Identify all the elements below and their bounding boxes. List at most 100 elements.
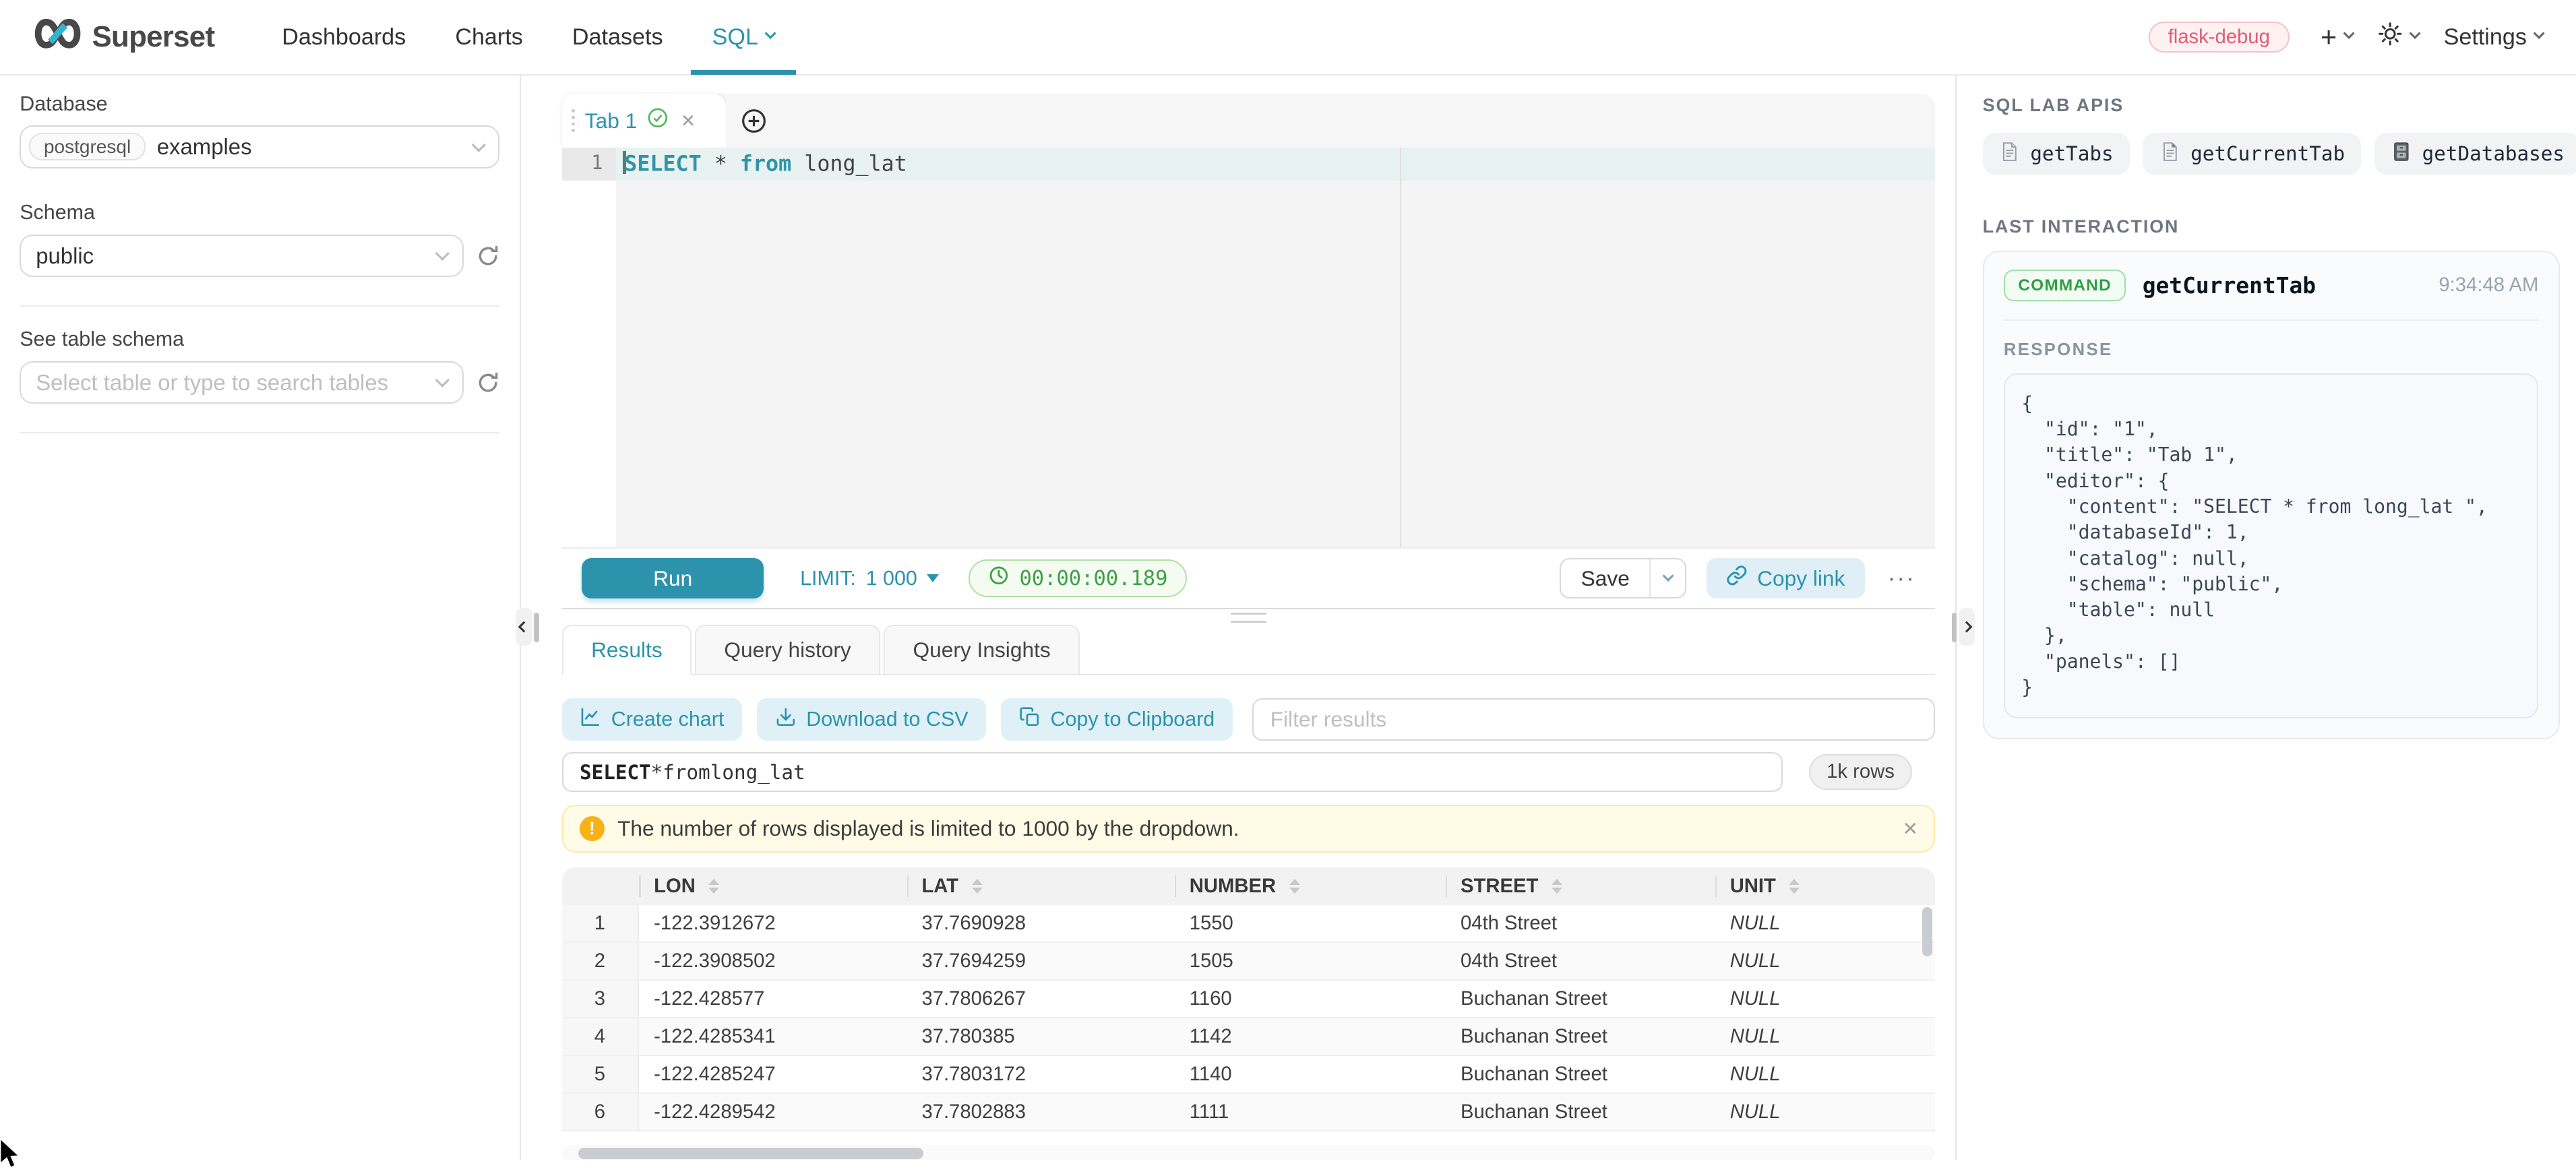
mouse-cursor [0, 1137, 22, 1170]
column-header-lon[interactable]: LON [639, 867, 907, 905]
column-header-number[interactable]: NUMBER [1175, 867, 1446, 905]
table-select-placeholder: Select table or type to search tables [29, 370, 388, 396]
table-schema-label: See table schema [20, 328, 499, 351]
sql-editor-area: Tab 1 × SELECT * from long_lat [521, 75, 1955, 1160]
column-header-unit[interactable]: UNIT [1715, 867, 1921, 905]
tab-results[interactable]: Results [562, 625, 692, 676]
drag-handle-icon[interactable] [572, 109, 575, 132]
table-row[interactable]: 2 -122.3908502 37.7694259 1505 04th Stre… [562, 943, 1936, 981]
warning-text: The number of rows displayed is limited … [617, 816, 1239, 841]
editor-gutter: 1 [562, 148, 616, 547]
filter-results-input[interactable] [1252, 698, 1935, 741]
get-databases-button[interactable]: getDatabases [2374, 133, 2576, 175]
refresh-tables-icon[interactable] [477, 371, 499, 394]
table-row[interactable]: 4 -122.4285341 37.780385 1142 Buchanan S… [562, 1018, 1936, 1056]
horizontal-scrollbar-thumb[interactable] [578, 1148, 923, 1159]
api-panel-title: SQL LAB APIS [1983, 95, 2560, 116]
get-current-tab-button[interactable]: getCurrentTab [2143, 133, 2361, 175]
last-interaction-card: COMMAND getCurrentTab 9:34:48 AM RESPONS… [1983, 251, 2560, 739]
copy-link-button[interactable]: Copy link [1707, 558, 1865, 599]
plus-icon: + [2321, 23, 2337, 51]
sqllab-left-sidebar: Database postgresql examples Schema publ… [0, 75, 521, 1160]
response-json: { "id": "1", "title": "Tab 1", "editor":… [2021, 391, 2521, 700]
chart-icon [580, 706, 601, 733]
sort-icon[interactable] [1552, 879, 1562, 894]
query-timer-badge: 00:00:00.189 [969, 559, 1187, 597]
clock-icon [988, 565, 1010, 592]
sidebar-divider [20, 305, 499, 307]
link-icon [1726, 565, 1748, 592]
response-label: RESPONSE [2004, 340, 2539, 360]
chevron-down-icon [765, 28, 776, 39]
table-select[interactable]: Select table or type to search tables [20, 361, 464, 404]
panel-splitter[interactable] [562, 609, 1936, 625]
new-item-dropdown[interactable]: + [2321, 23, 2354, 51]
editor-tab-1[interactable]: Tab 1 × [562, 94, 727, 148]
environment-badge: flask-debug [2149, 22, 2290, 53]
left-panel-resize-handle[interactable] [534, 613, 539, 642]
copy-to-clipboard-button[interactable]: Copy to Clipboard [1001, 698, 1233, 741]
download-icon [775, 706, 797, 733]
tab-query-history[interactable]: Query history [695, 625, 880, 674]
download-csv-button[interactable]: Download to CSV [757, 698, 986, 741]
schema-label: Schema [20, 201, 499, 224]
limit-dropdown[interactable]: LIMIT: 1 000 [800, 567, 939, 590]
tab-query-insights[interactable]: Query Insights [884, 625, 1080, 674]
close-warning-icon[interactable]: × [1903, 816, 1918, 841]
chevron-down-icon [1662, 570, 1674, 582]
api-buttons-row: getTabs getCurrentTab [1983, 133, 2560, 175]
superset-logo-icon [33, 16, 82, 59]
table-header-row: LON LAT NUMBER STREET UNIT [562, 867, 1936, 905]
command-header: COMMAND getCurrentTab 9:34:48 AM [2004, 270, 2539, 320]
settings-menu[interactable]: Settings [2444, 24, 2544, 51]
add-tab-button[interactable] [726, 94, 782, 148]
right-panel-resize-handle[interactable] [1952, 613, 1957, 642]
last-interaction-title: LAST INTERACTION [1983, 216, 2560, 237]
table-row[interactable]: 5 -122.4285247 37.7803172 1140 Buchanan … [562, 1056, 1936, 1094]
tab-saved-check-icon [647, 106, 669, 135]
column-header-lat[interactable]: LAT [907, 867, 1175, 905]
vertical-scrollbar[interactable] [1922, 907, 1932, 956]
nav-item-sql[interactable]: SQL [687, 0, 799, 75]
sort-icon[interactable] [1789, 879, 1800, 894]
nav-item-dashboards[interactable]: Dashboards [257, 0, 431, 75]
horizontal-scrollbar-track[interactable] [562, 1145, 1936, 1160]
sort-icon[interactable] [708, 879, 719, 894]
database-select[interactable]: postgresql examples [20, 125, 499, 168]
close-tab-icon[interactable]: × [681, 109, 695, 132]
database-value: examples [157, 134, 252, 160]
command-badge: COMMAND [2004, 270, 2126, 301]
table-row[interactable]: 6 -122.4289542 37.7802883 1111 Buchanan … [562, 1094, 1936, 1132]
editor-tab-title: Tab 1 [585, 109, 637, 133]
sort-icon[interactable] [1289, 879, 1300, 894]
query-preview-row: SELECT * from long_lat 1k rows [562, 752, 1936, 792]
run-query-button[interactable]: Run [582, 558, 764, 599]
superset-logo[interactable]: Superset [33, 16, 215, 59]
schema-select[interactable]: public [20, 235, 464, 277]
create-chart-button[interactable]: Create chart [562, 698, 743, 741]
get-tabs-button[interactable]: getTabs [1983, 133, 2130, 175]
column-header-street[interactable]: STREET [1446, 867, 1715, 905]
collapse-right-panel-button[interactable] [1959, 608, 1975, 646]
chevron-down-icon [2343, 28, 2355, 39]
refresh-schemas-icon[interactable] [477, 245, 499, 268]
logo-text: Superset [92, 20, 215, 54]
command-name: getCurrentTab [2143, 272, 2316, 299]
save-options-button[interactable] [1649, 559, 1685, 598]
response-json-block: { "id": "1", "title": "Tab 1", "editor":… [2004, 373, 2539, 718]
sort-icon[interactable] [972, 879, 983, 894]
collapse-left-panel-button[interactable] [516, 608, 532, 646]
sql-code-editor[interactable]: SELECT * from long_lat 1 [562, 148, 1936, 547]
sql-lab-apis-panel: SQL LAB APIS getTabs [1955, 75, 2576, 1160]
theme-toggle[interactable] [2378, 22, 2419, 53]
splitter-grip-icon [1231, 613, 1267, 623]
table-row[interactable]: 3 -122.428577 37.7806267 1160 Buchanan S… [562, 981, 1936, 1018]
save-button[interactable]: Save [1561, 559, 1649, 598]
row-number-header [562, 867, 640, 905]
more-actions-button[interactable]: ··· [1888, 565, 1915, 592]
document-icon [1999, 140, 2021, 168]
table-row[interactable]: 1 -122.3912672 37.7690928 1550 04th Stre… [562, 905, 1936, 943]
editor-tabstrip: Tab 1 × [562, 94, 1936, 148]
nav-item-charts[interactable]: Charts [431, 0, 548, 75]
nav-item-datasets[interactable]: Datasets [547, 0, 687, 75]
